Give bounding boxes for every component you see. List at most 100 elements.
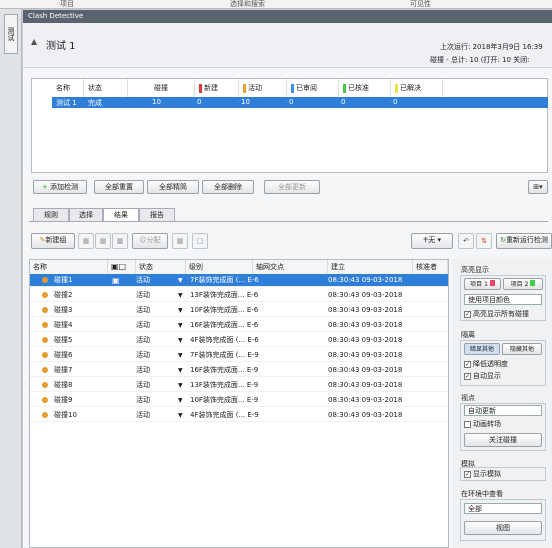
col-result-name[interactable]: 名称 bbox=[30, 260, 108, 274]
focus-clash-button[interactable]: 关注碰撞 bbox=[464, 433, 542, 447]
hide-others-button[interactable]: 隐藏其他 bbox=[502, 343, 542, 355]
status-dropdown-icon[interactable]: ▼ bbox=[178, 289, 183, 302]
clash-level-grid: 4F装饰完成面 (... E-6 bbox=[190, 336, 259, 344]
camera-comment-icon[interactable]: ▣□ bbox=[108, 260, 136, 274]
col-grid[interactable]: 轴网交点 bbox=[253, 260, 328, 274]
chevron-up-icon[interactable]: ▲ bbox=[31, 37, 37, 46]
view-button[interactable]: 视图 bbox=[464, 521, 542, 535]
ungroup-icon[interactable]: ▦ bbox=[95, 233, 111, 249]
assign-button[interactable]: ☺分配 bbox=[132, 233, 168, 249]
tab-divider bbox=[29, 221, 548, 222]
status-dropdown-icon[interactable]: ▼ bbox=[178, 349, 183, 362]
table-row[interactable]: 碰撞8 活动 ▼ 13F装饰完成面... E-9 08:30:43 09-03-2018 bbox=[30, 379, 448, 392]
unassign-icon[interactable]: ▦ bbox=[172, 233, 188, 249]
new-group-button[interactable]: ✎新建组 bbox=[31, 233, 75, 249]
remove-icon[interactable]: ▦ bbox=[112, 233, 128, 249]
ribbon-item-select-search[interactable]: 选择和搜索 bbox=[230, 0, 265, 9]
col-created[interactable]: 建立 bbox=[328, 260, 413, 274]
viewpoint-select[interactable]: 自动更新 bbox=[464, 405, 542, 416]
dim-others-button[interactable]: 暗显其他 bbox=[464, 343, 500, 355]
col-status[interactable]: 状态 bbox=[84, 79, 128, 97]
table-row[interactable]: 碰撞5 活动 ▼ 4F装饰完成面 (... E-6 08:30:43 09-03-201… bbox=[30, 334, 448, 347]
col-result-status[interactable]: 状态 bbox=[136, 260, 186, 274]
tab-report[interactable]: 报告 bbox=[139, 208, 175, 221]
clash-level-grid: 7F装饰完成面 (... E-9 bbox=[190, 351, 259, 359]
status-dropdown-icon[interactable]: ▼ bbox=[178, 394, 183, 407]
ribbon-bar: 项目 选择和搜索 可见性 bbox=[0, 0, 552, 9]
clash-name: 碰撞10 bbox=[54, 411, 77, 419]
clash-name: 碰撞1 bbox=[54, 276, 73, 284]
test-row[interactable]: 测试 1 完成 10 0 10 0 0 0 bbox=[52, 97, 548, 108]
clash-status: 活动 bbox=[136, 351, 150, 359]
sort-icon[interactable]: ⇅ bbox=[476, 233, 492, 249]
col-new[interactable]: 新建 bbox=[195, 79, 239, 97]
status-dropdown-icon[interactable]: ▼ bbox=[178, 319, 183, 332]
export-icon[interactable]: ⊞▾ bbox=[528, 180, 548, 194]
col-clashes[interactable]: 碰撞 bbox=[150, 79, 195, 97]
window-title: Clash Detective bbox=[23, 10, 552, 23]
item1-toggle[interactable]: 项目 1 bbox=[464, 278, 501, 290]
reduce-transparency-checkbox[interactable]: ✓ 降低透明度 bbox=[464, 359, 508, 369]
col-level[interactable]: 级别 bbox=[186, 260, 253, 274]
filter-dropdown[interactable]: ♰无 ▾ bbox=[411, 233, 453, 249]
status-dropdown-icon[interactable]: ▼ bbox=[178, 379, 183, 392]
clash-level-grid: 7F装饰完成面 (... E-6 bbox=[190, 276, 259, 284]
clash-status: 活动 bbox=[136, 291, 150, 299]
status-dropdown-icon[interactable]: ▼ bbox=[178, 409, 183, 422]
show-simulation-checkbox[interactable]: ✓ 显示模拟 bbox=[464, 469, 501, 479]
col-approver[interactable]: 核准者 bbox=[413, 260, 448, 274]
table-row[interactable]: 碰撞10 活动 ▼ 4F装饰完成面 (... E-9 08:30:43 09-03-20… bbox=[30, 409, 448, 422]
table-row[interactable]: 碰撞4 活动 ▼ 16F装饰完成面... E-6 08:30:43 09-03-2018 bbox=[30, 319, 448, 332]
table-row[interactable]: 碰撞3 活动 ▼ 10F装饰完成面... E-6 08:30:43 09-03-2018 bbox=[30, 304, 448, 317]
status-dot-icon bbox=[42, 382, 48, 388]
reset-all-button[interactable]: 全部重置 bbox=[94, 180, 144, 194]
undo-icon[interactable]: ↶ bbox=[458, 233, 474, 249]
ribbon-item-visibility[interactable]: 可见性 bbox=[410, 0, 431, 9]
color-mode-select[interactable]: 使用项目颜色 bbox=[464, 294, 542, 305]
env-view-heading: 在环境中查看 bbox=[461, 490, 503, 498]
col-resolved[interactable]: 已解决 bbox=[391, 79, 443, 97]
item2-toggle[interactable]: 项目 2 bbox=[503, 278, 543, 290]
ribbon-item-project[interactable]: 项目 bbox=[60, 0, 74, 9]
auto-show-checkbox[interactable]: ✓ 自动显示 bbox=[464, 371, 501, 381]
table-row[interactable]: 碰撞2 活动 ▼ 13F装饰完成面... E-6 08:30:43 09-03-2018 bbox=[30, 289, 448, 302]
col-approved[interactable]: 已核准 bbox=[339, 79, 391, 97]
clash-created: 08:30:43 09-03-2018 bbox=[328, 396, 403, 404]
highlight-all-checkbox[interactable]: ✓ 高亮显示所有碰撞 bbox=[464, 309, 529, 319]
animate-checkbox[interactable]: 动画转场 bbox=[464, 419, 501, 429]
col-name[interactable]: 名称 bbox=[52, 79, 84, 97]
side-dock bbox=[0, 9, 22, 548]
update-all-button[interactable]: 全部更新 bbox=[264, 180, 320, 194]
clash-status: 活动 bbox=[136, 396, 150, 404]
table-row[interactable]: 碰撞1 ▣ 活动 ▼ 7F装饰完成面 (... E-6 08:30:43 09-03-20… bbox=[30, 274, 448, 287]
env-view-select[interactable]: 全部 bbox=[464, 503, 542, 514]
comment-icon[interactable]: □ bbox=[192, 233, 208, 249]
col-active[interactable]: 活动 bbox=[239, 79, 287, 97]
add-test-button[interactable]: + 添加检测 bbox=[33, 180, 87, 194]
table-row[interactable]: 碰撞7 活动 ▼ 16F装饰完成面... E-9 08:30:43 09-03-2018 bbox=[30, 364, 448, 377]
clash-name: 碰撞9 bbox=[54, 396, 73, 404]
clash-summary: 碰撞 - 总计: 10 (打开: 10 关闭: bbox=[430, 56, 530, 64]
camera-icon: ▣ bbox=[112, 276, 120, 285]
status-dropdown-icon[interactable]: ▼ bbox=[178, 274, 183, 287]
group-icon[interactable]: ▦ bbox=[78, 233, 94, 249]
col-reviewed[interactable]: 已审阅 bbox=[287, 79, 339, 97]
delete-all-button[interactable]: 全部删除 bbox=[202, 180, 254, 194]
clash-status: 活动 bbox=[136, 321, 150, 329]
rerun-test-button[interactable]: ↻重新运行检测 bbox=[496, 233, 552, 249]
tab-select[interactable]: 选择 bbox=[69, 208, 103, 221]
side-tab-test[interactable]: 测试 bbox=[4, 14, 18, 54]
clash-level-grid: 13F装饰完成面... E-9 bbox=[190, 381, 259, 389]
status-dropdown-icon[interactable]: ▼ bbox=[178, 334, 183, 347]
status-dropdown-icon[interactable]: ▼ bbox=[178, 304, 183, 317]
tab-rules[interactable]: 规则 bbox=[33, 208, 69, 221]
viewpoint-heading: 视点 bbox=[461, 394, 475, 402]
tab-results[interactable]: 结果 bbox=[103, 208, 139, 222]
clash-level-grid: 10F装饰完成面... E-9 bbox=[190, 396, 259, 404]
status-dot-icon bbox=[42, 412, 48, 418]
table-row[interactable]: 碰撞6 活动 ▼ 7F装饰完成面 (... E-9 08:30:43 09-03-201… bbox=[30, 349, 448, 362]
table-row[interactable]: 碰撞9 活动 ▼ 10F装饰完成面... E-9 08:30:43 09-03-2018 bbox=[30, 394, 448, 407]
status-dot-icon bbox=[42, 352, 48, 358]
status-dropdown-icon[interactable]: ▼ bbox=[178, 364, 183, 377]
compact-all-button[interactable]: 全部精简 bbox=[147, 180, 199, 194]
